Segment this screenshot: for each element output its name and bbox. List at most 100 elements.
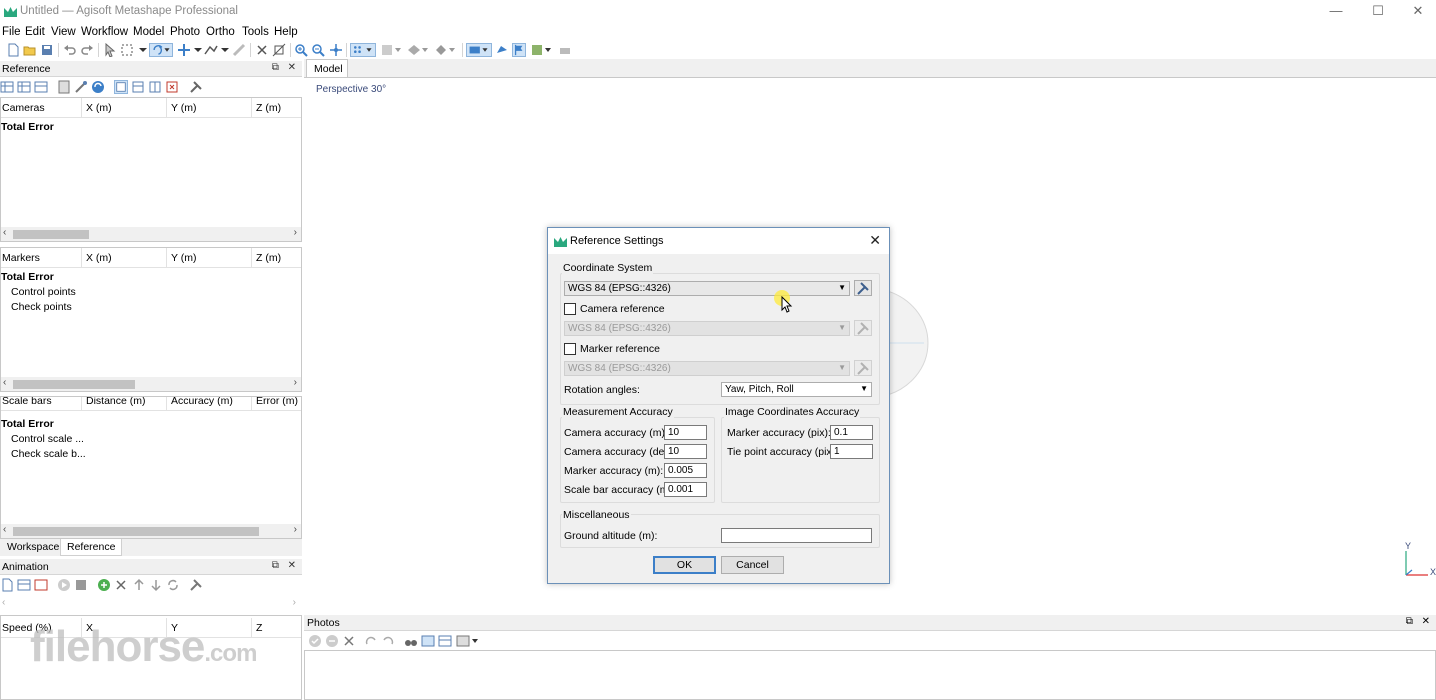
remove-keyframe-icon[interactable]	[114, 578, 128, 592]
scale-bar-accuracy-field[interactable]: 0.001	[664, 482, 707, 497]
dialog-close-button[interactable]: ✕	[869, 232, 881, 249]
chevron-left-icon[interactable]: ‹	[3, 377, 6, 388]
rotate-left-icon[interactable]	[364, 634, 378, 648]
save-icon[interactable]	[40, 43, 54, 57]
mesh-icon[interactable]	[407, 43, 431, 57]
crop-selection-icon[interactable]	[272, 43, 286, 57]
table-row[interactable]: Check scale b...	[11, 448, 86, 460]
panel-float-close-buttons[interactable]: ⧉ ✕	[1406, 616, 1433, 627]
column-header[interactable]: X (m)	[86, 102, 112, 114]
horizontal-scrollbar[interactable]: ‹ ›	[1, 377, 301, 391]
menu-help[interactable]: Help	[274, 26, 298, 38]
view-variance-icon[interactable]	[165, 80, 179, 94]
menu-tools[interactable]: Tools	[242, 26, 269, 38]
delete-selection-icon[interactable]	[255, 43, 269, 57]
zoom-out-icon[interactable]	[311, 43, 325, 57]
marker-reference-select[interactable]: WGS 84 (EPSG::4326) ▼	[564, 361, 850, 376]
panel-float-close-buttons[interactable]: ⧉ ✕	[272, 62, 299, 73]
view-estimated-icon[interactable]	[131, 80, 145, 94]
convert-reference-icon[interactable]	[34, 80, 48, 94]
show-cameras-icon[interactable]	[466, 43, 492, 57]
zoom-in-icon[interactable]	[294, 43, 308, 57]
column-header[interactable]: Y (m)	[171, 102, 196, 114]
camera-accuracy-deg-field[interactable]: 10	[664, 444, 707, 459]
column-header[interactable]: Error (m)	[256, 397, 298, 407]
horizontal-scrollbar[interactable]: ‹ ›	[0, 597, 302, 611]
column-header[interactable]: Z	[256, 622, 262, 634]
ok-button[interactable]: OK	[653, 556, 716, 574]
calculator-icon[interactable]	[57, 80, 71, 94]
coordinate-system-tool-button[interactable]	[854, 280, 872, 296]
marker-reference-checkbox[interactable]	[564, 343, 576, 355]
new-track-icon[interactable]	[0, 578, 14, 592]
move-icon[interactable]	[177, 43, 191, 57]
wand-icon[interactable]	[74, 80, 88, 94]
menu-workflow[interactable]: Workflow	[81, 26, 128, 38]
show-markers-icon[interactable]	[512, 43, 526, 57]
track-settings-icon[interactable]	[34, 578, 48, 592]
rotate-object-icon[interactable]	[149, 43, 173, 57]
chevron-left-icon[interactable]: ‹	[3, 524, 6, 535]
horizontal-scrollbar[interactable]: ‹ ›	[1, 524, 301, 538]
refresh-icon[interactable]	[166, 578, 180, 592]
show-region-icon[interactable]	[558, 43, 572, 57]
show-images-icon[interactable]	[530, 43, 554, 57]
tie-point-accuracy-field[interactable]: 1	[830, 444, 873, 459]
column-header[interactable]: Distance (m)	[86, 397, 146, 407]
menu-edit[interactable]: Edit	[25, 26, 45, 38]
move-up-icon[interactable]	[132, 578, 146, 592]
open-track-icon[interactable]	[17, 578, 31, 592]
camera-reference-checkbox[interactable]	[564, 303, 576, 315]
column-header[interactable]: X (m)	[86, 252, 112, 264]
new-file-icon[interactable]	[6, 43, 20, 57]
rotation-angles-select[interactable]: Yaw, Pitch, Roll ▼	[721, 382, 872, 397]
scrollbar-thumb[interactable]	[13, 527, 259, 536]
ruler-icon[interactable]	[232, 43, 246, 57]
chevron-down-icon[interactable]	[191, 43, 205, 57]
filter-binoculars-icon[interactable]	[404, 634, 418, 648]
scrollbar-thumb[interactable]	[13, 380, 135, 389]
camera-reference-select[interactable]: WGS 84 (EPSG::4326) ▼	[564, 321, 850, 336]
table-row[interactable]: Control scale ...	[11, 433, 84, 445]
column-header[interactable]: Accuracy (m)	[171, 397, 233, 407]
camera-reference-tool-button[interactable]	[854, 320, 872, 336]
tab-workspace[interactable]: Workspace	[1, 539, 65, 556]
menu-ortho[interactable]: Ortho	[206, 26, 235, 38]
column-header[interactable]: Y (m)	[171, 252, 196, 264]
rectangle-selection-icon[interactable]	[120, 43, 134, 57]
scrollbar-thumb[interactable]	[13, 230, 89, 239]
table-row[interactable]: Total Error	[1, 271, 54, 283]
export-reference-icon[interactable]	[17, 80, 31, 94]
pointer-icon[interactable]	[103, 43, 117, 57]
menu-view[interactable]: View	[51, 26, 76, 38]
import-reference-icon[interactable]	[0, 80, 14, 94]
close-window-button[interactable]: ✕	[1398, 0, 1436, 24]
chevron-left-icon[interactable]: ‹	[2, 597, 5, 608]
chevron-down-icon[interactable]	[136, 43, 150, 57]
dense-cloud-icon[interactable]	[380, 43, 404, 57]
horizontal-scrollbar[interactable]: ‹ ›	[1, 227, 301, 241]
chevron-right-icon[interactable]: ›	[294, 377, 297, 388]
settings-tools-icon[interactable]	[189, 80, 203, 94]
disable-camera-icon[interactable]	[325, 634, 339, 648]
table-row[interactable]: Total Error	[1, 121, 54, 133]
view-mode-icon[interactable]	[456, 634, 480, 648]
cancel-button[interactable]: Cancel	[721, 556, 784, 574]
tab-model[interactable]: Model	[306, 59, 348, 77]
menu-file[interactable]: File	[2, 26, 21, 38]
chevron-right-icon[interactable]: ›	[294, 524, 297, 535]
details-view-icon[interactable]	[438, 634, 452, 648]
maximize-button[interactable]: ☐	[1358, 0, 1398, 24]
view-source-icon[interactable]	[114, 80, 128, 94]
chevron-left-icon[interactable]: ‹	[3, 227, 6, 238]
open-folder-icon[interactable]	[23, 43, 37, 57]
table-row[interactable]: Control points	[11, 286, 76, 298]
enable-camera-icon[interactable]	[308, 634, 322, 648]
image-quality-icon[interactable]	[421, 634, 435, 648]
draw-polyline-icon[interactable]	[204, 43, 218, 57]
chevron-right-icon[interactable]: ›	[294, 227, 297, 238]
menu-photo[interactable]: Photo	[170, 26, 200, 38]
chevron-down-icon[interactable]	[218, 43, 232, 57]
show-shapes-icon[interactable]	[495, 43, 509, 57]
column-header[interactable]: Z (m)	[256, 102, 281, 114]
